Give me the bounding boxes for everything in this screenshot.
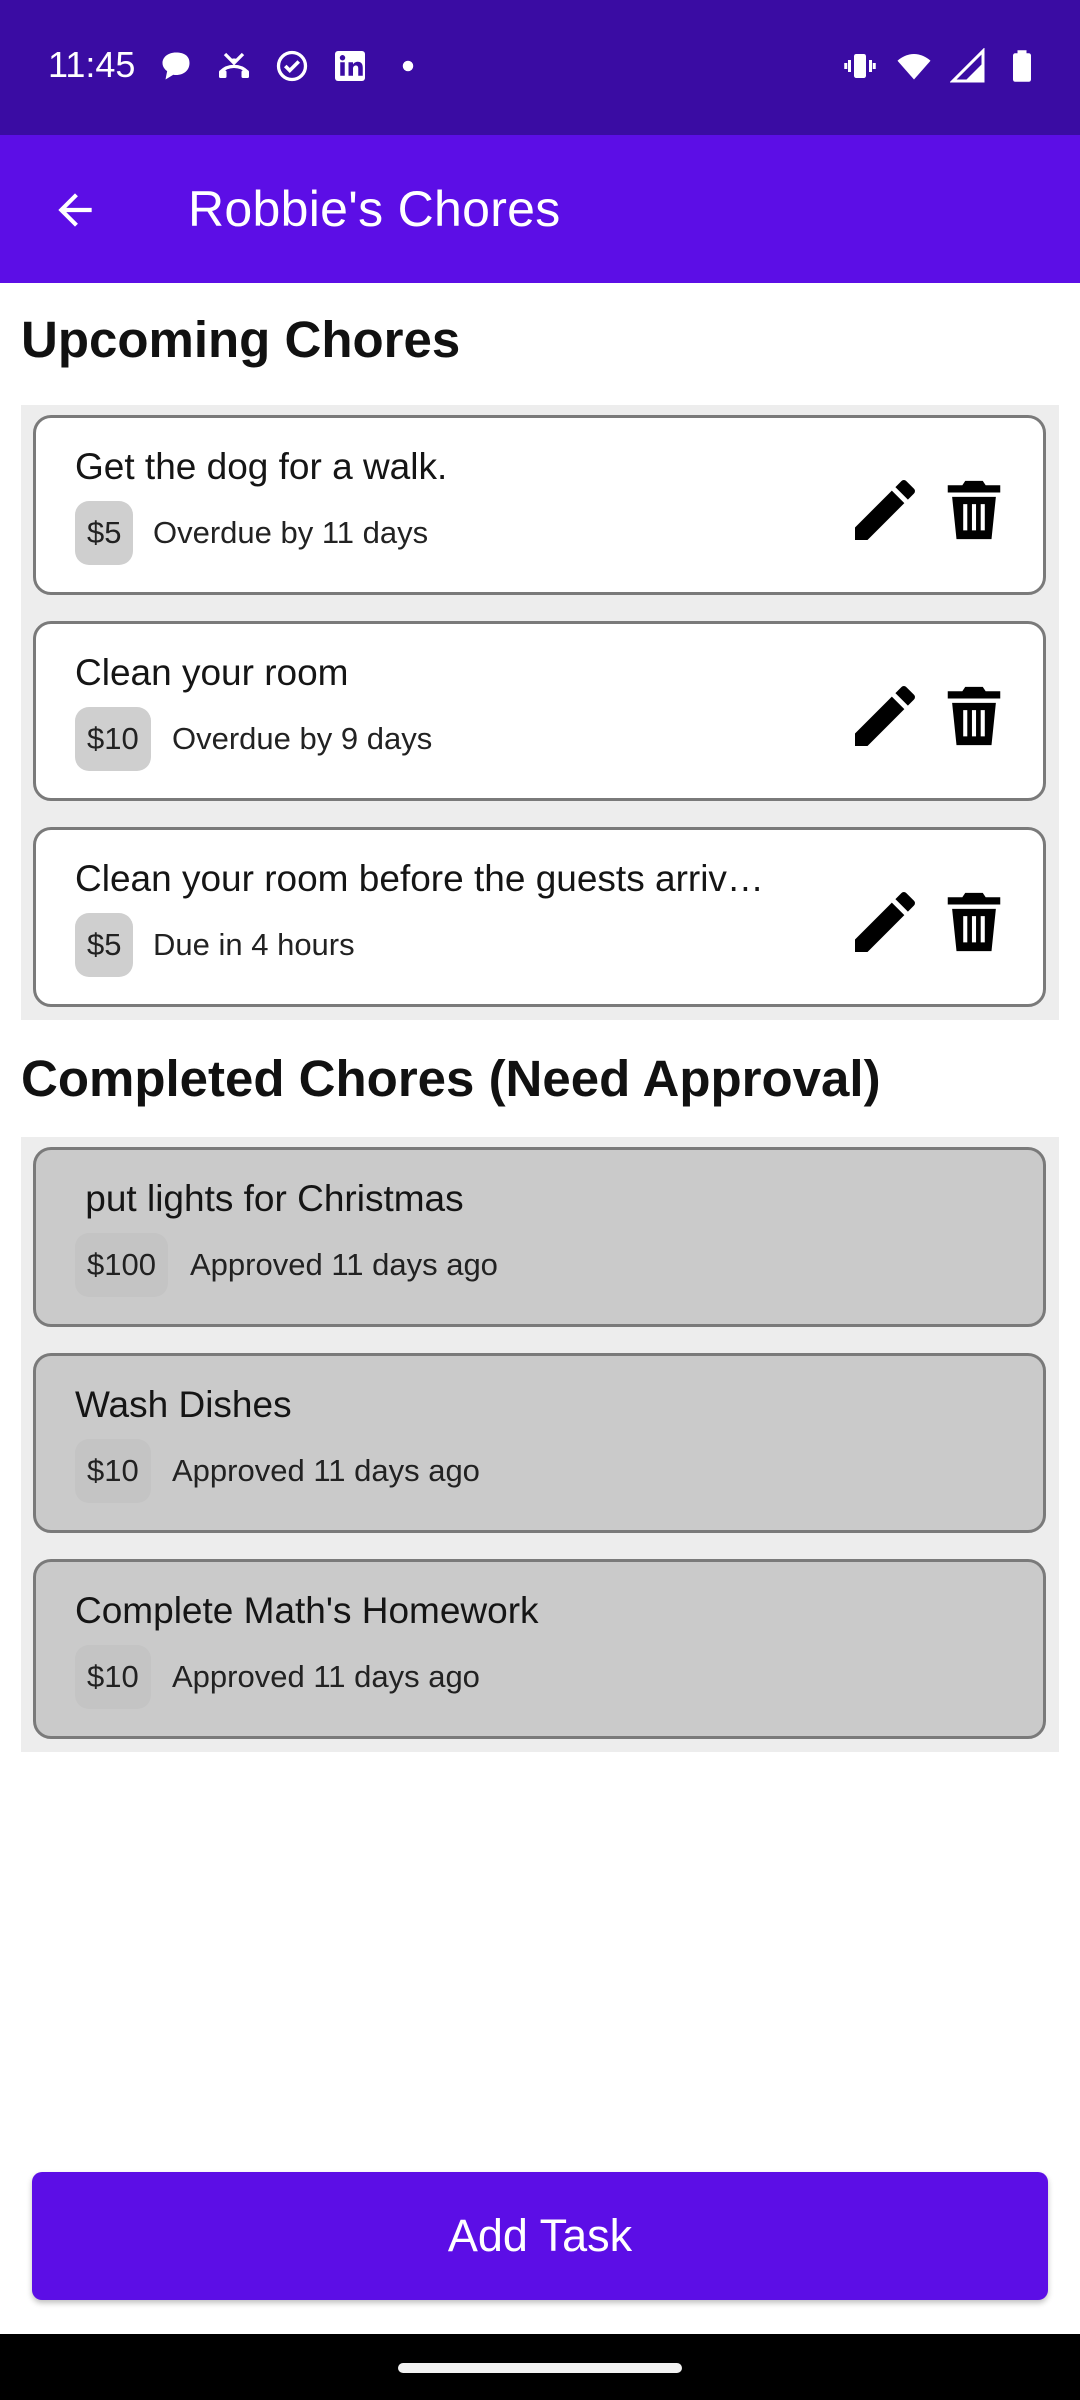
missed-call-icon	[219, 52, 249, 78]
chore-card[interactable]: Get the dog for a walk. $5 Overdue by 11…	[33, 415, 1046, 595]
battery-icon	[1013, 50, 1031, 82]
delete-icon[interactable]	[939, 676, 1009, 756]
price-badge: $5	[75, 913, 134, 977]
due-status: Due in 4 hours	[153, 927, 355, 962]
price-badge: $10	[75, 1645, 151, 1709]
chat-bubble-icon	[162, 52, 190, 80]
chore-title: Complete Math's Homework	[75, 1590, 539, 1631]
arrow-left-icon	[58, 193, 92, 227]
navigation-bar	[0, 2334, 1080, 2400]
approval-status: Approved 11 days ago	[190, 1247, 498, 1282]
completed-chore-card[interactable]: Wash Dishes $10 Approved 11 days ago	[33, 1353, 1046, 1533]
upcoming-list: Get the dog for a walk. $5 Overdue by 11…	[21, 405, 1059, 1020]
linkedin-icon	[335, 51, 365, 81]
check-circle-icon	[276, 50, 308, 82]
add-task-button[interactable]: Add Task	[32, 2172, 1048, 2300]
vibrate-icon	[844, 54, 876, 78]
system-icons	[842, 48, 1040, 84]
back-button[interactable]	[40, 175, 110, 245]
completed-list: put lights for Christmas $100 Approved 1…	[21, 1137, 1059, 1752]
notification-icons	[158, 48, 426, 84]
wifi-icon	[897, 54, 931, 80]
delete-icon[interactable]	[939, 882, 1009, 962]
delete-icon[interactable]	[939, 470, 1009, 550]
chore-card[interactable]: Clean your room $10 Overdue by 9 days	[33, 621, 1046, 801]
page-title: Robbie's Chores	[188, 181, 561, 237]
status-time: 11:45	[48, 44, 136, 85]
completed-chore-card[interactable]: Complete Math's Homework $10 Approved 11…	[33, 1559, 1046, 1739]
signal-icon	[950, 48, 985, 83]
chore-title: Clean your room	[75, 652, 349, 693]
approval-status: Approved 11 days ago	[172, 1453, 480, 1488]
chore-title: Get the dog for a walk.	[75, 446, 448, 487]
completed-chore-card[interactable]: put lights for Christmas $100 Approved 1…	[33, 1147, 1046, 1327]
edit-icon[interactable]	[845, 470, 925, 550]
approval-status: Approved 11 days ago	[172, 1659, 480, 1694]
edit-icon[interactable]	[845, 882, 925, 962]
due-status: Overdue by 9 days	[172, 721, 433, 756]
due-status: Overdue by 11 days	[153, 515, 429, 550]
chore-title: Wash Dishes	[75, 1384, 292, 1425]
home-gesture-handle[interactable]	[398, 2363, 682, 2373]
app-bar: Robbie's Chores	[0, 135, 1080, 283]
price-badge: $10	[75, 1439, 151, 1503]
status-bar: 11:45	[0, 0, 1080, 135]
chore-title: put lights for Christmas	[75, 1178, 464, 1219]
upcoming-section-title: Upcoming Chores	[21, 311, 461, 368]
completed-section-title: Completed Chores (Need Approval)	[21, 1050, 881, 1107]
chore-card[interactable]: Clean your room before the guests arriv……	[33, 827, 1046, 1007]
chore-title: Clean your room before the guests arriv…	[75, 858, 764, 899]
price-badge: $5	[75, 501, 134, 565]
price-badge: $100	[75, 1233, 168, 1297]
price-badge: $10	[75, 707, 151, 771]
edit-icon[interactable]	[845, 676, 925, 756]
dot-icon	[402, 60, 414, 72]
